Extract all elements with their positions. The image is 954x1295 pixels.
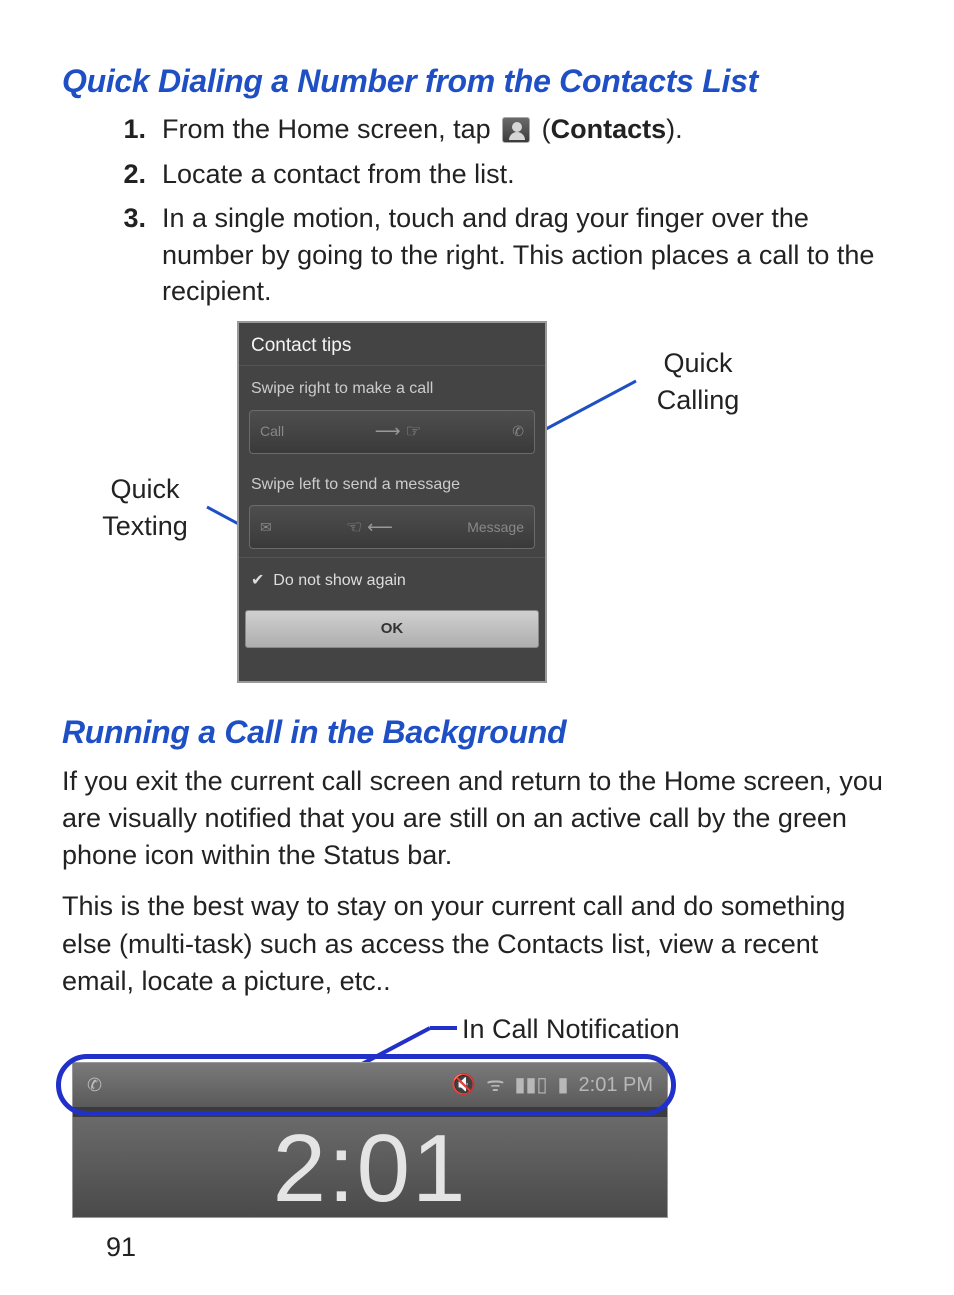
- step-number-2: 2.: [120, 156, 146, 192]
- step-1-bold: Contacts: [551, 114, 667, 144]
- do-not-show-label: Do not show again: [273, 572, 406, 589]
- figure-in-call: In Call Notification ✆ 🔇 ᯤ ▮▮▯ ▮ 2:01 PM…: [62, 1014, 892, 1244]
- heading-running-background: Running a Call in the Background: [62, 711, 892, 754]
- step-1-text: From the Home screen, tap (Contacts).: [162, 111, 892, 147]
- envelope-icon: ✉: [260, 518, 272, 537]
- step-number-1: 1.: [120, 111, 146, 147]
- status-bar-highlight-ring: [56, 1054, 676, 1116]
- steps-list: 1. From the Home screen, tap (Contacts).…: [62, 111, 892, 309]
- instruction-swipe-left: Swipe left to send a message: [239, 462, 545, 502]
- label-quick-texting: Quick Texting: [85, 471, 205, 544]
- step-1-paren-close: ).: [666, 114, 683, 144]
- message-swipe-bar: ✉ ☜ ⟵ Message: [249, 505, 535, 549]
- step-2-text: Locate a contact from the list.: [162, 156, 892, 192]
- label-quick-calling: Quick Calling: [638, 345, 758, 418]
- step-1-paren-open: (: [534, 114, 551, 144]
- do-not-show-row: ✔ Do not show again: [239, 557, 545, 604]
- step-1-pre: From the Home screen, tap: [162, 114, 498, 144]
- step-3-text: In a single motion, touch and drag your …: [162, 200, 892, 309]
- step-number-3: 3.: [120, 200, 146, 309]
- label-in-call-notification: In Call Notification: [462, 1011, 680, 1047]
- dialog-header: Contact tips: [239, 323, 545, 366]
- call-label: Call: [260, 422, 284, 441]
- instruction-swipe-right: Swipe right to make a call: [239, 366, 545, 406]
- arrow-left-icon: ☜ ⟵: [346, 515, 393, 539]
- paragraph-2: This is the best way to stay on your cur…: [62, 888, 892, 1000]
- call-swipe-bar: Call ⟶ ☞ ✆: [249, 410, 535, 454]
- lock-screen-clock: 2:01: [73, 1107, 667, 1217]
- message-label: Message: [467, 518, 524, 537]
- phone-handset-icon: ✆: [512, 422, 524, 441]
- contacts-icon: [502, 117, 530, 143]
- page-number: 91: [106, 1229, 136, 1265]
- ok-button: OK: [245, 610, 539, 648]
- phone-screenshot-1: Contact tips Swipe right to make a call …: [237, 321, 547, 683]
- figure-contact-tips: Quick Texting Quick Calling Contact tips…: [62, 321, 892, 691]
- checkmark-icon: ✔: [251, 572, 273, 589]
- heading-quick-dialing: Quick Dialing a Number from the Contacts…: [62, 60, 892, 103]
- arrow-right-icon: ⟶ ☞: [375, 419, 422, 443]
- paragraph-1: If you exit the current call screen and …: [62, 763, 892, 875]
